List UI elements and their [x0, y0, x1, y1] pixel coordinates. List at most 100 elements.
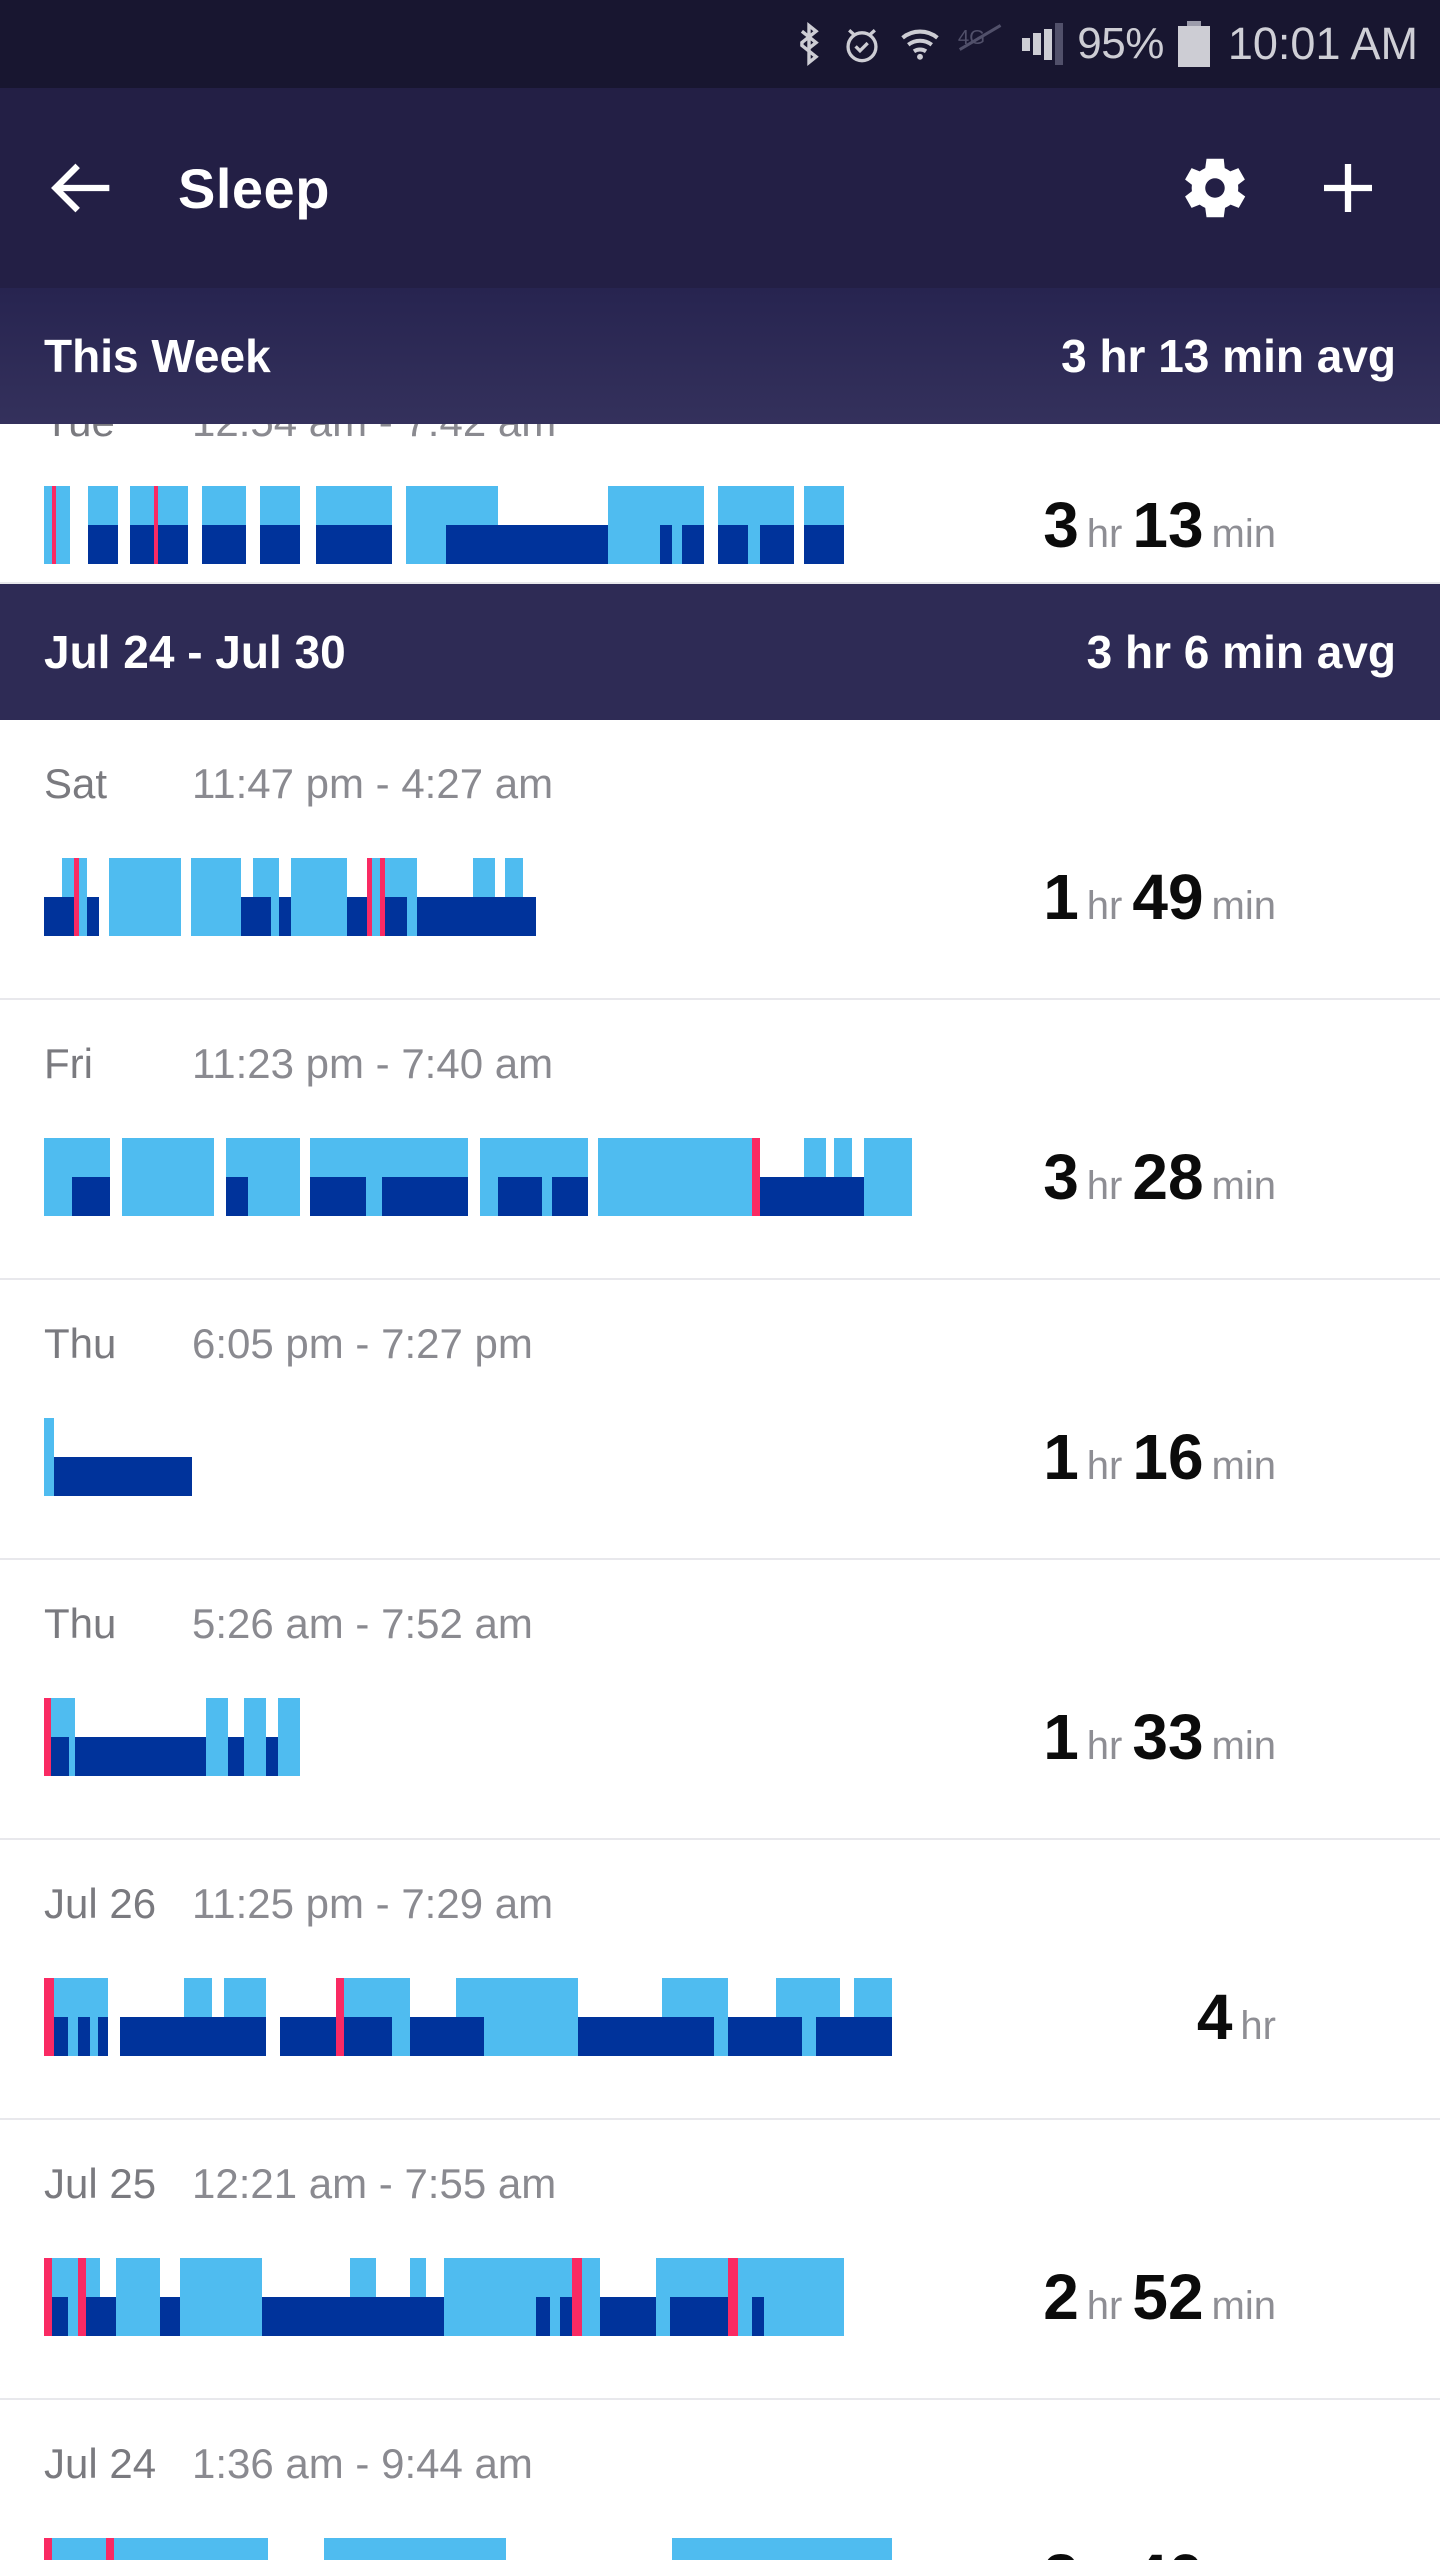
session-time-range: 11:47 pm - 4:27 am [192, 760, 553, 808]
sleep-session-row[interactable]: Thu6:05 pm - 7:27 pm 1hr16min [0, 1280, 1440, 1560]
sleep-stage-segment [552, 1177, 588, 1216]
week-section-header[interactable]: This Week 3 hr 13 min avg [0, 288, 1440, 424]
sleep-stage-segment [816, 2017, 840, 2056]
sleep-stage-bar [44, 486, 844, 564]
sleep-stage-segment [98, 2017, 108, 2056]
wifi-icon [898, 21, 942, 67]
sleep-stage-segment [864, 1138, 912, 1216]
duration-minutes: 40 [1132, 2540, 1203, 2560]
sleep-session-row[interactable]: Jul 2512:21 am - 7:55 am2hr52min [0, 2120, 1440, 2400]
sleep-stage-segment [552, 1138, 588, 1177]
battery-icon [1178, 21, 1210, 67]
sleep-stage-segment [840, 2017, 854, 2056]
sleep-stage-segment [598, 1138, 624, 1216]
sleep-stage-segment [224, 2017, 266, 2056]
sleep-stage-segment [382, 1138, 468, 1177]
sleep-stage-segment [44, 1698, 51, 1776]
duration-hours: 2 [1043, 2260, 1079, 2334]
sleep-session-row[interactable]: Jul 2611:25 pm - 7:29 am4hr [0, 1840, 1440, 2120]
session-day-label: Jul 24 [44, 2440, 192, 2488]
sleep-session-row[interactable]: Fri11:23 pm - 7:40 am3hr28min [0, 1000, 1440, 1280]
sleep-stage-segment [792, 2538, 826, 2560]
sleep-stage-segment [316, 486, 392, 525]
sleep-stage-segment [52, 2297, 68, 2336]
sleep-stage-segment [206, 2538, 268, 2560]
duration-minutes: 28 [1132, 1140, 1203, 1214]
sleep-stage-segment [160, 2297, 180, 2336]
week-section-header[interactable]: Jul 24 - Jul 303 hr 6 min avg [0, 584, 1440, 720]
duration-minutes-unit: min [1212, 1444, 1276, 1489]
sleep-session-row[interactable]: Tue12:54 am - 7:42 am3hr13min [0, 424, 1440, 584]
sleep-stage-segment [228, 1737, 244, 1776]
sleep-stage-segment [718, 486, 748, 525]
sleep-stage-segment [656, 2258, 670, 2336]
session-day-label: Thu [44, 1600, 192, 1648]
sleep-stage-segment [98, 1978, 108, 2017]
week-range-label: This Week [44, 329, 271, 383]
sleep-stage-segment [260, 525, 300, 564]
sleep-stage-segment [226, 1138, 248, 1177]
sleep-stage-segment [498, 1138, 542, 1177]
sleep-stage-segment [206, 1698, 228, 1776]
clock: 10:01 AM [1228, 18, 1418, 70]
session-body: 3hr13min [44, 486, 1396, 564]
alarm-icon [840, 21, 884, 67]
sleep-stage-segment [382, 1177, 468, 1216]
sleep-screen: 4G 95% 10:01 AM Sleep This Week3 hr 13 m… [0, 0, 1440, 2560]
sleep-stage-segment [660, 486, 672, 525]
sleep-session-row[interactable]: Thu5:26 am - 7:52 am1hr33min [0, 1560, 1440, 1840]
sleep-session-row[interactable]: Jul 241:36 am - 9:44 am 3hr40min [0, 2400, 1440, 2560]
session-meta: Thu6:05 pm - 7:27 pm [44, 1320, 1396, 1376]
sleep-session-row[interactable]: Sat11:47 pm - 4:27 am1hr49min [0, 720, 1440, 1000]
sleep-stage-segment [473, 858, 495, 897]
sleep-list: This Week 3 hr 13 min avg Tue12:54 am - 7:… [0, 288, 1440, 2560]
sleep-stage-segment [854, 1978, 892, 2017]
sleep-stage-segment [310, 1138, 366, 1177]
sleep-stage-bar [44, 2538, 892, 2560]
sleep-stage-bar [44, 1418, 192, 1496]
sleep-stage-segment [456, 1978, 484, 2017]
sleep-stage-segment [728, 2017, 776, 2056]
sleep-stage-segment [202, 525, 246, 564]
back-arrow-icon[interactable] [46, 150, 122, 226]
session-time-range: 1:36 am - 9:44 am [192, 2440, 533, 2488]
sleep-stage-segment [78, 2017, 90, 2056]
sleep-stage-segment [834, 1138, 852, 1177]
sleep-stage-segment [324, 2538, 368, 2560]
signal-icon [1022, 23, 1063, 65]
sleep-stage-segment [158, 486, 188, 525]
week-range-label: Jul 24 - Jul 30 [44, 625, 346, 679]
sleep-stage-segment [484, 1978, 494, 2056]
sleep-stage-segment [62, 858, 74, 897]
sleep-stage-segment [578, 2017, 662, 2056]
sleep-stage-segment [748, 486, 760, 564]
sleep-stage-segment [536, 2258, 550, 2297]
sleep-stage-segment [446, 525, 498, 564]
sleep-stage-segment [376, 2297, 410, 2336]
sleep-stage-segment [130, 486, 154, 525]
duration-minutes-unit: min [1212, 512, 1276, 557]
plus-icon[interactable] [1302, 142, 1394, 234]
session-day-label: Jul 26 [44, 1880, 192, 1928]
page-title: Sleep [178, 156, 330, 221]
session-duration: 3hr28min [1043, 1140, 1396, 1214]
sleep-stage-segment [498, 1177, 542, 1216]
sleep-stage-segment [120, 2017, 184, 2056]
duration-minutes: 52 [1132, 2260, 1203, 2334]
sleep-stage-segment [212, 2017, 224, 2056]
week-average-label: 3 hr 13 min avg [1061, 329, 1396, 383]
session-duration: 4hr [1197, 1980, 1396, 2054]
sleep-stage-segment [130, 525, 154, 564]
gear-icon[interactable] [1168, 142, 1260, 234]
sleep-stage-bar [44, 1138, 912, 1216]
duration-minutes: 33 [1132, 1700, 1203, 1774]
duration-minutes-unit: min [1212, 1724, 1276, 1769]
sleep-stage-segment [178, 2538, 188, 2560]
session-body: 3hr40min [44, 2538, 1396, 2560]
sleep-stage-segment [350, 2297, 376, 2336]
sleep-stage-segment [291, 858, 347, 936]
session-body: 2hr52min [44, 2258, 1396, 2336]
sleep-stage-segment [191, 858, 241, 936]
session-duration: 1hr16min [1043, 1420, 1396, 1494]
duration-hours: 1 [1043, 1420, 1079, 1494]
